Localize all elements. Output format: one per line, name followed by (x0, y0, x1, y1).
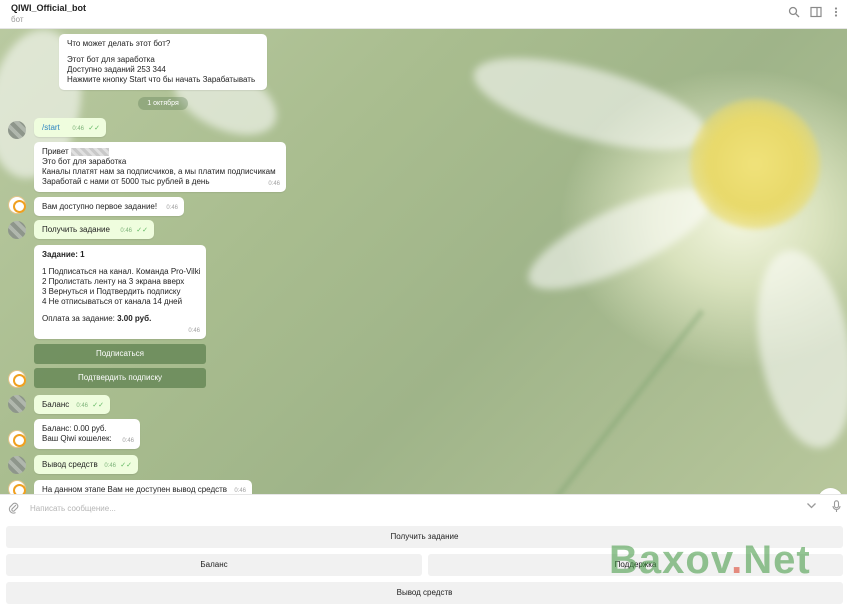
task-step: 3 Вернуться и Подтвердить подписку (42, 287, 181, 296)
bot-avatar[interactable] (8, 480, 26, 494)
balance-line: Баланс: 0.00 руб. (42, 424, 107, 433)
read-check-icon: ✓✓ (92, 402, 104, 409)
subscribe-inline-button[interactable]: Подписаться (34, 344, 206, 364)
user-message-get-task: Получить задание 0:46 ✓✓ (34, 220, 154, 239)
message-time: 0:46 (188, 328, 200, 334)
message-text: На данном этапе Вам не доступен вывод ср… (42, 485, 228, 494)
task-title: Задание: 1 (42, 250, 85, 259)
task-step: 4 Не отписываться от канала 14 дней (42, 297, 183, 306)
microphone-icon[interactable] (832, 500, 841, 516)
user-message-start: /start 0:46 ✓✓ (34, 118, 106, 137)
command-link[interactable]: /start (42, 123, 60, 132)
message-time: 0:46 (234, 488, 246, 494)
chat-subtitle: бот (11, 15, 24, 24)
bot-withdraw-message: На данном этапе Вам не доступен вывод ср… (34, 480, 252, 494)
background-stem (539, 309, 705, 494)
task-payment: Оплата за задание: 3.00 руб. (42, 314, 152, 323)
message-text: Баланс (42, 400, 70, 409)
message-text: Получить задание (42, 225, 110, 234)
intro-heading: Что может делать этот бот? (67, 39, 171, 48)
hello-line: Привет (42, 147, 278, 157)
bot-keyboard-toggle-icon[interactable] (806, 500, 817, 514)
user-message-withdraw: Вывод средств 0:46 ✓✓ (34, 455, 138, 474)
bot-task-message: Задание: 1 1 Подписаться на канал. Коман… (34, 245, 206, 339)
background-petal (516, 169, 724, 309)
intro-line: Нажмите кнопку Start что бы начать Зараб… (67, 75, 256, 84)
site-watermark: Baxov.Net (609, 538, 811, 582)
intro-line: Этот бот для заработка (67, 55, 155, 64)
message-input-bar (0, 494, 847, 520)
message-time: 0:46 (122, 438, 134, 444)
chat-area[interactable]: Что может делать этот бот? Этот бот для … (0, 29, 847, 494)
read-check-icon: ✓✓ (136, 227, 148, 234)
withdraw-button[interactable]: Вывод средств (6, 582, 843, 604)
user-avatar[interactable] (8, 395, 26, 413)
bot-intro-message: Что может делать этот бот? Этот бот для … (59, 34, 267, 90)
bot-hello-message: Привет Это бот для заработка Каналы плат… (34, 142, 286, 192)
confirm-subscription-inline-button[interactable]: Подтвердить подписку (34, 368, 206, 388)
message-time: 0:46 (72, 126, 84, 132)
background-petal (743, 242, 847, 456)
message-time: 0:46 (76, 403, 88, 409)
read-check-icon: ✓✓ (120, 462, 132, 469)
message-input[interactable] (30, 499, 790, 517)
background-petal (465, 39, 715, 169)
user-avatar[interactable] (8, 221, 26, 239)
hello-line: Заработай с нами от 5000 тыс рублей в де… (42, 177, 210, 186)
message-time: 0:46 (166, 205, 178, 211)
hello-line: Каналы платят нам за подписчиков, а мы п… (42, 167, 276, 176)
user-avatar[interactable] (8, 456, 26, 474)
background-flower-center (690, 99, 820, 229)
task-step: 1 Подписаться на канал. Команда Pro-Vilk… (42, 267, 201, 276)
message-text: Вам доступно первое задание! (42, 202, 158, 211)
message-time: 0:46 (268, 181, 280, 187)
chat-header: QIWI_Official_bot бот (0, 0, 847, 29)
bot-avatar[interactable] (8, 370, 26, 388)
read-check-icon: ✓✓ (88, 125, 100, 132)
attach-icon[interactable] (8, 501, 19, 517)
user-avatar[interactable] (8, 121, 26, 139)
bot-avatar[interactable] (8, 196, 26, 214)
chat-title[interactable]: QIWI_Official_bot (11, 3, 86, 13)
bot-balance-message: Баланс: 0.00 руб. Ваш Qiwi кошелек: 0:46 (34, 419, 140, 449)
intro-line: Доступно заданий 253 344 (67, 65, 166, 74)
more-menu-icon[interactable] (829, 6, 843, 20)
hello-line: Это бот для заработка (42, 157, 127, 166)
message-text: Вывод средств (42, 460, 98, 469)
balance-button[interactable]: Баланс (6, 554, 422, 576)
date-separator: 1 октября (138, 97, 188, 110)
bot-avatar[interactable] (8, 430, 26, 448)
sidebar-toggle-icon[interactable] (809, 6, 823, 20)
search-icon[interactable] (787, 6, 801, 20)
message-time: 0:46 (120, 228, 132, 234)
user-message-balance: Баланс 0:46 ✓✓ (34, 395, 110, 414)
bot-first-task-message: Вам доступно первое задание! 0:46 (34, 197, 184, 216)
message-time: 0:46 (104, 463, 116, 469)
task-step: 2 Пролистать ленту на 3 экрана вверх (42, 277, 185, 286)
balance-line: Ваш Qiwi кошелек: (42, 434, 112, 443)
pixelated-username (70, 147, 109, 156)
